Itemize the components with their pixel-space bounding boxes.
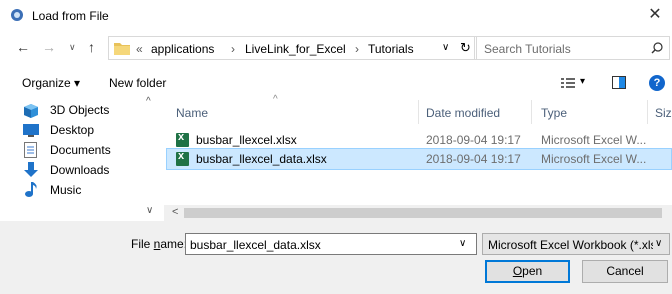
breadcrumb-livelink[interactable]: LiveLink_for_Excel	[245, 42, 346, 56]
filename-label: File name:	[131, 237, 188, 251]
download-icon	[24, 162, 38, 177]
file-name: busbar_llexcel.xlsx	[196, 133, 297, 147]
column-divider[interactable]	[531, 100, 532, 124]
search-input[interactable]: Search Tutorials	[484, 42, 571, 56]
search-icon[interactable]	[651, 42, 663, 54]
filetype-value: Microsoft Excel Workbook (*.xls	[488, 238, 657, 252]
cube-icon	[24, 104, 38, 118]
column-header-date[interactable]: Date modified	[426, 106, 500, 130]
column-header-name[interactable]: Name	[176, 106, 208, 130]
breadcrumb-separator: ›	[355, 42, 359, 56]
sidebar-item-label: Documents	[50, 143, 111, 157]
file-type: Microsoft Excel W...	[541, 152, 647, 166]
back-button[interactable]: ←	[16, 39, 30, 55]
folder-icon	[114, 43, 130, 55]
open-button[interactable]: Open	[485, 260, 570, 283]
file-row-selected[interactable]: busbar_llexcel_data.xlsx 2018-09-04 19:1…	[166, 148, 672, 170]
sidebar-item-label: Downloads	[50, 163, 110, 177]
view-options-icon[interactable]	[561, 78, 575, 88]
sidebar-item-label: 3D Objects	[50, 103, 110, 117]
scroll-up-arrow[interactable]: ^	[146, 96, 151, 107]
sidebar-item-3d-objects[interactable]: 3D Objects	[20, 100, 160, 120]
file-name: busbar_llexcel_data.xlsx	[196, 152, 327, 166]
breadcrumb-separator: ›	[231, 42, 235, 56]
command-bar: Organize ▾ New folder ▾ ?	[0, 70, 672, 96]
column-divider[interactable]	[647, 100, 648, 124]
column-divider[interactable]	[418, 100, 419, 124]
music-icon	[25, 182, 37, 197]
organize-menu[interactable]: Organize ▾	[22, 76, 80, 90]
scroll-left-arrow[interactable]: <	[172, 206, 178, 218]
horizontal-scrollbar[interactable]: <	[164, 205, 672, 221]
forward-button[interactable]: →	[42, 39, 56, 55]
view-dropdown-icon[interactable]: ▾	[580, 76, 585, 87]
filetype-select[interactable]: Microsoft Excel Workbook (*.xls ∨	[482, 233, 670, 255]
refresh-icon[interactable]: ↻	[460, 40, 471, 56]
sidebar-item-music[interactable]: Music	[20, 180, 160, 200]
address-bar[interactable]: « applications › LiveLink_for_Excel › Tu…	[108, 36, 477, 60]
sort-indicator-icon: ^	[273, 94, 278, 105]
scrollbar-thumb[interactable]	[184, 208, 662, 218]
dialog-footer: File name: busbar_llexcel_data.xlsx ∨ Mi…	[0, 221, 672, 294]
sidebar-item-documents[interactable]: Documents	[20, 140, 160, 160]
sidebar-item-label: Music	[50, 183, 82, 197]
desktop-icon	[23, 124, 39, 137]
excel-file-icon	[176, 150, 189, 166]
preview-pane-icon[interactable]	[612, 76, 626, 89]
breadcrumb-applications[interactable]: applications	[151, 42, 214, 56]
window-title: Load from File	[32, 9, 109, 23]
filetype-dropdown-icon[interactable]: ∨	[653, 238, 663, 249]
column-header-type[interactable]: Type	[541, 106, 567, 130]
filename-dropdown-icon[interactable]: ∨	[459, 238, 466, 249]
document-icon	[24, 142, 37, 158]
cancel-button[interactable]: Cancel	[582, 260, 668, 283]
new-folder-button[interactable]: New folder	[109, 76, 166, 90]
file-date: 2018-09-04 19:17	[426, 152, 521, 166]
breadcrumb-tutorials[interactable]: Tutorials	[368, 42, 414, 56]
address-overflow[interactable]: «	[136, 42, 143, 56]
close-icon: ✕	[648, 6, 662, 23]
sidebar-item-label: Desktop	[50, 123, 95, 137]
close-button[interactable]: ✕	[640, 4, 670, 28]
filename-value: busbar_llexcel_data.xlsx	[190, 238, 321, 252]
app-icon	[11, 9, 23, 21]
up-button[interactable]: ↑	[88, 39, 95, 55]
filename-input[interactable]: busbar_llexcel_data.xlsx ∨	[185, 233, 477, 255]
search-box[interactable]: Search Tutorials	[474, 36, 670, 60]
file-type: Microsoft Excel W...	[541, 133, 647, 147]
excel-file-icon	[176, 131, 189, 147]
recent-locations-icon[interactable]: ∨	[69, 42, 76, 53]
sidebar-item-desktop[interactable]: Desktop	[20, 120, 160, 140]
sidebar-item-downloads[interactable]: Downloads	[20, 160, 160, 180]
scroll-down-arrow[interactable]: ∨	[146, 205, 153, 216]
file-date: 2018-09-04 19:17	[426, 133, 521, 147]
title-bar: Load from File ✕	[0, 0, 672, 32]
navigation-pane: 3D Objects Desktop Documents Downloads M…	[0, 96, 164, 216]
help-icon[interactable]: ?	[649, 75, 665, 91]
address-dropdown-icon[interactable]: ∨	[442, 42, 449, 53]
column-header-size[interactable]: Size	[655, 106, 672, 130]
